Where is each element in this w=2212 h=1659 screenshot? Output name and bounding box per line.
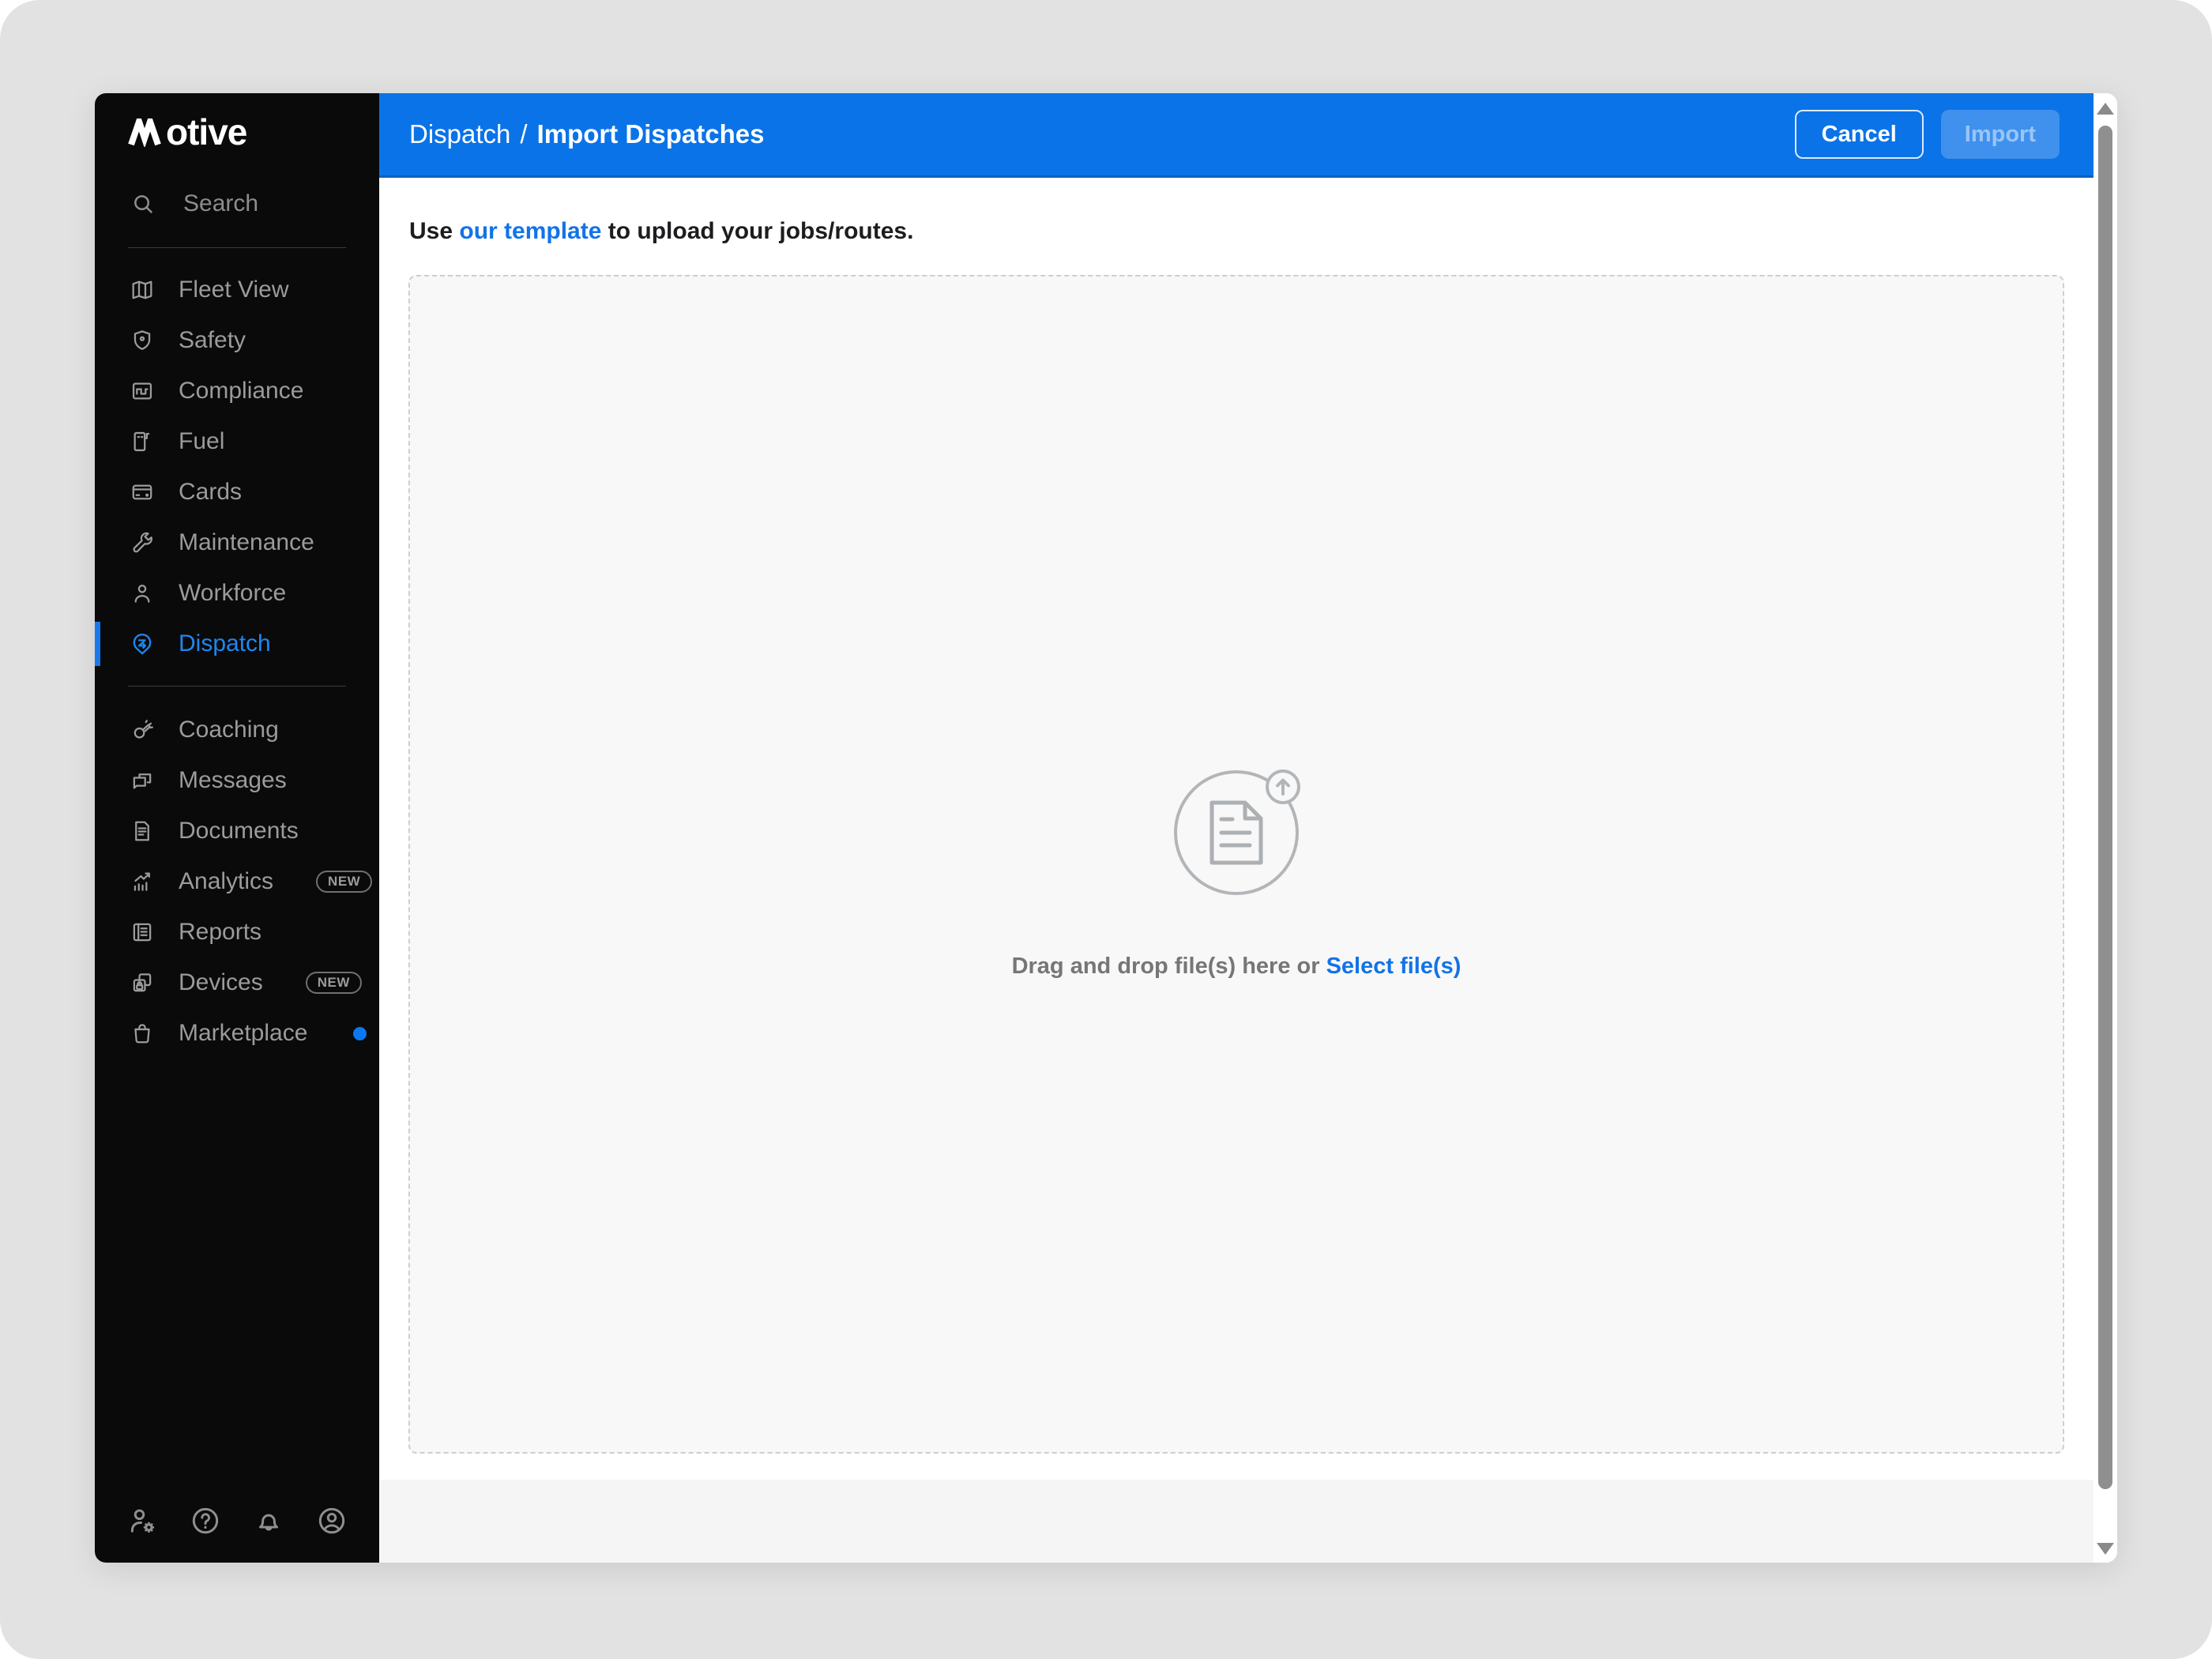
search-icon (134, 195, 152, 213)
dispatch-pin-icon (130, 631, 155, 656)
breadcrumb-separator: / (520, 119, 528, 149)
main-panel: Dispatch / Import Dispatches Cancel Impo… (379, 93, 2094, 1563)
account-icon (315, 1504, 348, 1540)
template-hint: Use our template to upload your jobs/rou… (409, 217, 2064, 246)
page-header: Dispatch / Import Dispatches Cancel Impo… (379, 93, 2094, 178)
import-button[interactable]: Import (1940, 110, 2060, 159)
sidebar-item-devices[interactable]: Devices NEW (95, 957, 379, 1008)
clipboard-route-icon (130, 378, 155, 404)
app-window: otive Search Fleet View Safety Compliance F… (95, 93, 2117, 1563)
sidebar-item-workforce[interactable]: Workforce (95, 568, 379, 619)
sidebar-item-label: Documents (179, 818, 299, 844)
sidebar-item-label: Workforce (179, 580, 287, 606)
motive-logo-m (128, 118, 161, 147)
scrollbar-thumb[interactable] (2098, 126, 2112, 1489)
document-icon (130, 818, 155, 844)
breadcrumb-dispatch[interactable]: Dispatch (409, 119, 510, 149)
sidebar-item-label: Coaching (179, 717, 279, 743)
dropzone-stack: Drag and drop file(s) here or Select fil… (1012, 769, 1462, 980)
breadcrumb: Dispatch / Import Dispatches (409, 119, 764, 149)
sidebar-item-documents[interactable]: Documents (95, 806, 379, 856)
scroll-down-arrow-icon[interactable] (2097, 1543, 2114, 1555)
desktop-background: otive Search Fleet View Safety Compliance F… (0, 0, 2212, 1659)
shield-icon (130, 328, 155, 353)
shopping-bag-icon (130, 1021, 155, 1046)
new-badge: NEW (316, 871, 373, 893)
sidebar-item-reports[interactable]: Reports (95, 907, 379, 957)
sidebar-item-fleet-view[interactable]: Fleet View (95, 265, 379, 315)
analytics-icon (130, 869, 155, 894)
template-link[interactable]: our template (459, 218, 601, 244)
cancel-button[interactable]: Cancel (1794, 110, 1924, 159)
sidebar-item-label: Fuel (179, 428, 225, 454)
account-button[interactable] (314, 1504, 349, 1539)
page-title: Import Dispatches (536, 119, 765, 149)
sidebar: otive Search Fleet View Safety Compliance F… (95, 93, 379, 1563)
notifications-button[interactable] (251, 1504, 286, 1539)
footer-bar (379, 1480, 2094, 1563)
sidebar-item-label: Analytics (179, 868, 274, 894)
select-files-link[interactable]: Select file(s) (1326, 954, 1462, 979)
sidebar-item-label: Compliance (179, 378, 304, 404)
report-icon (130, 920, 155, 945)
new-badge: NEW (305, 972, 362, 994)
sidebar-item-marketplace[interactable]: Marketplace (95, 1008, 379, 1059)
help-icon (189, 1504, 222, 1540)
sidebar-footer (95, 1504, 379, 1539)
sidebar-item-compliance[interactable]: Compliance (95, 366, 379, 416)
motive-logo: otive (128, 111, 379, 152)
scroll-up-arrow-icon[interactable] (2097, 103, 2114, 115)
sidebar-item-messages[interactable]: Messages (95, 755, 379, 806)
sidebar-item-label: Dispatch (179, 630, 271, 656)
search-placeholder: Search (183, 190, 259, 216)
sidebar-item-dispatch[interactable]: Dispatch (95, 619, 379, 669)
map-icon (130, 277, 155, 303)
user-gear-icon (126, 1504, 159, 1540)
file-upload-icon (1174, 769, 1300, 895)
template-hint-suffix: to upload your jobs/routes. (601, 218, 914, 244)
template-hint-prefix: Use (409, 218, 460, 244)
sidebar-item-fuel[interactable]: Fuel (95, 416, 379, 467)
person-icon (130, 581, 155, 606)
header-actions: Cancel Import (1794, 110, 2060, 159)
sidebar-item-maintenance[interactable]: Maintenance (95, 517, 379, 568)
sidebar-item-coaching[interactable]: Coaching (95, 705, 379, 755)
sidebar-item-label: Marketplace (179, 1020, 308, 1046)
sidebar-item-safety[interactable]: Safety (95, 315, 379, 366)
credit-card-icon (130, 480, 155, 505)
sidebar-item-analytics[interactable]: Analytics NEW (95, 856, 379, 907)
sidebar-item-label: Reports (179, 919, 262, 945)
vertical-scrollbar[interactable] (2094, 93, 2117, 1563)
sidebar-item-label: Maintenance (179, 529, 314, 555)
whistle-icon (130, 717, 155, 743)
dropzone-text: Drag and drop file(s) here or Select fil… (1012, 954, 1462, 980)
sidebar-nav: Fleet View Safety Compliance Fuel Cards Maint… (95, 248, 379, 1059)
sidebar-item-cards[interactable]: Cards (95, 467, 379, 517)
sidebar-item-label: Devices (179, 969, 263, 995)
sidebar-item-label: Fleet View (179, 276, 289, 303)
motive-logo-text: otive (166, 111, 247, 152)
admin-settings-button[interactable] (125, 1504, 160, 1539)
sidebar-item-label: Cards (179, 479, 243, 505)
file-dropzone[interactable]: Drag and drop file(s) here or Select fil… (408, 275, 2064, 1454)
search-input[interactable]: Search (95, 186, 379, 221)
wrench-icon (130, 530, 155, 555)
chat-icon (130, 768, 155, 793)
notification-dot (353, 1026, 367, 1040)
sidebar-item-label: Messages (179, 767, 287, 793)
devices-icon (130, 970, 155, 995)
dropzone-drag-text: Drag and drop file(s) here or (1011, 953, 1326, 979)
fuel-pump-icon (130, 429, 155, 454)
sidebar-item-label: Safety (179, 327, 246, 353)
sidebar-divider (128, 686, 346, 687)
import-content: Use our template to upload your jobs/rou… (379, 178, 2094, 1563)
help-button[interactable] (188, 1504, 223, 1539)
bell-icon (252, 1504, 285, 1540)
